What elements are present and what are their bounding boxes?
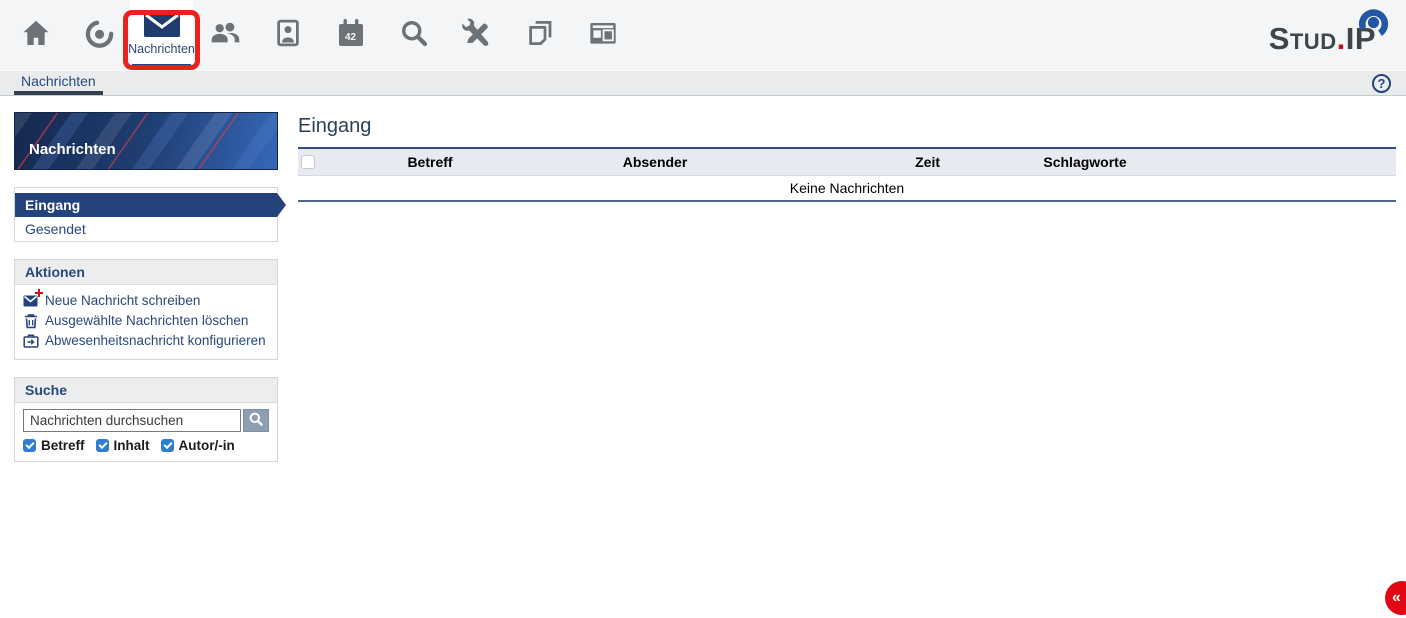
toolbar-item-tools[interactable] xyxy=(445,0,508,70)
sidebar-banner: Nachrichten xyxy=(14,112,278,170)
planner-week-badge: 42 xyxy=(338,32,364,43)
sidebar: Nachrichten Eingang Gesendet Aktionen Ne… xyxy=(14,112,278,479)
top-toolbar: Nachrichten xyxy=(0,0,1406,70)
messages-table: Betreff Absender Zeit Schlagworte Keine … xyxy=(298,147,1396,202)
column-header-betreff: Betreff xyxy=(330,148,530,175)
profile-icon xyxy=(273,17,303,49)
courses-swoosh-icon xyxy=(83,17,115,49)
action-new-message[interactable]: Neue Nachricht schreiben xyxy=(23,291,269,311)
sidebar-nav: Eingang Gesendet xyxy=(14,187,278,242)
toolbar-item-planner[interactable]: 42 xyxy=(319,0,382,70)
toolbar-item-bulletin-board[interactable] xyxy=(571,0,634,70)
empty-state-row: Keine Nachrichten xyxy=(298,175,1396,201)
sidebar-item-gesendet[interactable]: Gesendet xyxy=(15,217,277,241)
planner-calendar-icon: 42 xyxy=(338,17,364,51)
bulletin-board-icon xyxy=(587,17,619,49)
toolbar-item-messages[interactable]: Nachrichten xyxy=(130,0,193,70)
main-content: Eingang Betreff Absender Zeit Schlagwort… xyxy=(298,96,1396,202)
toolbar-item-files[interactable] xyxy=(508,0,571,70)
filter-betreff[interactable]: Betreff xyxy=(23,438,85,453)
betreff-checkbox[interactable] xyxy=(23,439,36,452)
toolbar-active-label: Nachrichten xyxy=(128,42,195,56)
inhalt-checkbox[interactable] xyxy=(96,439,109,452)
sidebar-banner-title: Nachrichten xyxy=(29,141,116,158)
search-icon xyxy=(398,17,430,49)
page-title: Eingang xyxy=(298,115,1396,138)
studip-page: Nachrichten xyxy=(0,0,1406,618)
empty-state-message: Keine Nachrichten xyxy=(298,175,1396,201)
action-vacation-message[interactable]: Abwesenheitsnachricht konfigurieren xyxy=(23,331,269,351)
tab-bar: Nachrichten ? xyxy=(0,70,1406,96)
filter-inhalt[interactable]: Inhalt xyxy=(96,438,150,453)
autor-checkbox[interactable] xyxy=(161,439,174,452)
search-header: Suche xyxy=(15,378,277,403)
action-delete-selected[interactable]: Ausgewählte Nachrichten löschen xyxy=(23,311,269,331)
tab-nachrichten[interactable]: Nachrichten xyxy=(14,71,103,95)
message-search-input[interactable] xyxy=(23,409,241,432)
double-chevron-left-icon: « xyxy=(1392,589,1401,607)
actions-header: Aktionen xyxy=(15,260,277,285)
files-pages-icon xyxy=(525,17,555,49)
column-header-zeit: Zeit xyxy=(780,148,940,175)
mail-icon xyxy=(143,11,181,39)
tools-icon xyxy=(460,17,494,49)
collapse-panel-button[interactable]: « xyxy=(1385,581,1406,615)
sidebar-item-eingang[interactable]: Eingang xyxy=(15,193,277,217)
table-header-row: Betreff Absender Zeit Schlagworte xyxy=(298,148,1396,175)
community-icon xyxy=(208,17,242,49)
vacation-icon xyxy=(23,333,39,349)
toolbar-item-home[interactable] xyxy=(4,0,67,70)
column-header-absender: Absender xyxy=(530,148,780,175)
select-all-checkbox[interactable] xyxy=(301,155,315,169)
filter-autor[interactable]: Autor/-in xyxy=(161,438,235,453)
toolbar-item-profile[interactable] xyxy=(256,0,319,70)
search-submit-button[interactable] xyxy=(243,409,269,432)
toolbar-item-courses[interactable] xyxy=(67,0,130,70)
plus-icon xyxy=(35,289,43,297)
home-icon xyxy=(20,17,52,49)
toolbar-item-community[interactable] xyxy=(193,0,256,70)
logo-red-dot: . xyxy=(1337,21,1346,56)
toolbar-item-search[interactable] xyxy=(382,0,445,70)
compose-mail-icon xyxy=(23,293,39,309)
column-header-schlagworte: Schlagworte xyxy=(940,148,1230,175)
actions-box: Aktionen Neue Nachricht schreiben xyxy=(14,259,278,360)
search-magnifier-icon xyxy=(248,411,264,430)
studip-logo[interactable]: Stud.IP xyxy=(1260,8,1390,58)
search-box: Suche B xyxy=(14,377,278,462)
help-icon[interactable]: ? xyxy=(1372,74,1391,93)
logo-swoosh-icon xyxy=(1354,3,1394,48)
trash-icon xyxy=(23,313,39,329)
